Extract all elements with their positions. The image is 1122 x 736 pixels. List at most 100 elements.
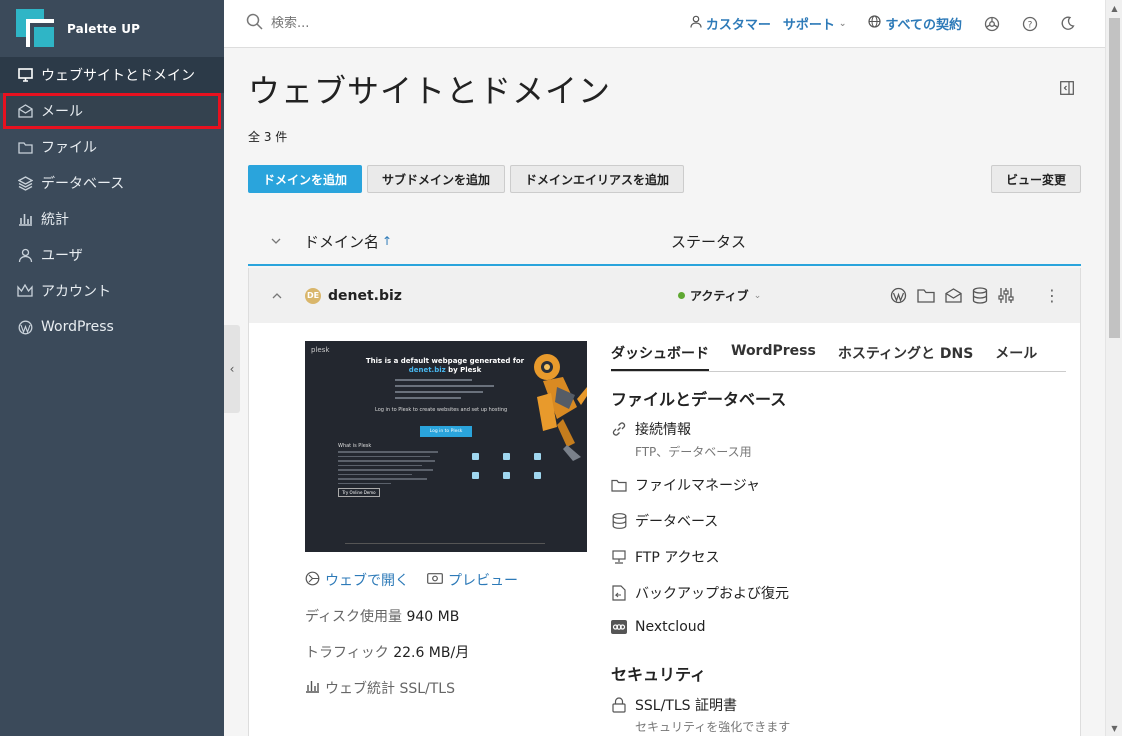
status-badge[interactable]: アクティブ ⌄ [678, 287, 890, 304]
column-status[interactable]: ステータス [671, 231, 746, 252]
extension-icon[interactable] [984, 16, 1000, 32]
more-options-icon[interactable]: ⋮ [1044, 286, 1060, 305]
eye-icon [427, 572, 443, 588]
add-domain-alias-button[interactable]: ドメインエイリアスを追加 [510, 165, 685, 193]
sidebar-collapse-handle[interactable]: ‹ [224, 325, 240, 413]
settings-sliders-icon[interactable] [998, 287, 1014, 304]
sidebar-item-label: アカウント [41, 284, 111, 300]
svg-text:?: ? [1028, 20, 1033, 30]
open-in-web-link[interactable]: ウェブで開く [305, 570, 409, 590]
wordpress-icon [16, 318, 34, 336]
sidebar-item-files[interactable]: ファイル [0, 129, 224, 165]
backup-icon [611, 585, 627, 601]
toolbar: ドメインを追加 サブドメインを追加 ドメインエイリアスを追加 ビュー変更 [248, 165, 1081, 193]
security-heading: セキュリティ [611, 665, 707, 684]
domain-tabs: ダッシュボード WordPress ホスティングと DNS メール [611, 343, 1066, 372]
mail-icon[interactable] [945, 288, 962, 303]
search-input[interactable] [271, 16, 471, 31]
page-scrollbar[interactable]: ▲ ▼ [1105, 0, 1122, 736]
chevron-down-icon: ⌄ [753, 290, 762, 301]
tab-hosting-dns[interactable]: ホスティングと DNS [838, 343, 973, 371]
sidebar: Palette UP ウェブサイトとドメイン メール ファイル データベース 統… [0, 0, 224, 736]
customer-link[interactable]: カスタマー [690, 14, 771, 33]
sidebar-item-account[interactable]: アカウント [0, 273, 224, 309]
support-menu[interactable]: サポート ⌄ [783, 14, 847, 33]
folder-icon [16, 138, 34, 156]
wordpress-icon[interactable] [890, 287, 907, 304]
tab-mail[interactable]: メール [995, 343, 1037, 371]
domain-name[interactable]: denet.biz [328, 288, 678, 304]
user-icon [690, 15, 702, 32]
scroll-down-arrow-icon[interactable]: ▼ [1106, 720, 1122, 736]
connection-info-link[interactable]: 接続情報 [611, 419, 691, 439]
add-domain-button[interactable]: ドメインを追加 [248, 165, 363, 193]
scroll-up-arrow-icon[interactable]: ▲ [1106, 0, 1122, 16]
search-box[interactable] [224, 13, 690, 34]
item-count: 全 3 件 [248, 130, 288, 144]
lock-icon [611, 697, 627, 713]
column-domain-name[interactable]: ドメイン名 ↑ [304, 231, 671, 252]
tab-wordpress[interactable]: WordPress [731, 343, 816, 371]
chevron-down-icon: ⌄ [838, 18, 847, 29]
domain-details-panel: plesk This is a default webpage generate… [248, 323, 1081, 736]
database-icon[interactable] [972, 287, 988, 304]
tab-dashboard[interactable]: ダッシュボード [611, 343, 709, 371]
status-dot [678, 292, 685, 299]
folder-icon [611, 479, 627, 492]
change-view-button[interactable]: ビュー変更 [990, 165, 1081, 193]
table-header: ドメイン名 ↑ ステータス [248, 218, 1081, 266]
domain-badge: DE [305, 287, 321, 304]
ssl-certificates-link[interactable]: SSL/TLS 証明書 [611, 695, 737, 715]
ftp-icon [611, 549, 627, 565]
website-preview-thumbnail[interactable]: plesk This is a default webpage generate… [305, 341, 587, 552]
bar-chart-icon [305, 679, 320, 697]
databases-link[interactable]: データベース [611, 511, 718, 531]
help-icon[interactable]: ? [1022, 16, 1038, 32]
backup-restore-link[interactable]: バックアップおよび復元 [611, 583, 789, 603]
sidebar-item-users[interactable]: ユーザ [0, 237, 224, 273]
sidebar-item-label: メール [41, 104, 83, 120]
sidebar-item-databases[interactable]: データベース [0, 165, 224, 201]
connection-info-subtitle: FTP、データベース用 [635, 445, 752, 459]
file-manager-link[interactable]: ファイルマネージャ [611, 475, 760, 495]
side-panel-toggle-icon[interactable] [1060, 80, 1074, 99]
ftp-access-link[interactable]: FTP アクセス [611, 547, 720, 567]
sort-arrow-up-icon: ↑ [382, 234, 393, 248]
disk-usage: ディスク使用量 940 MB [305, 609, 460, 625]
sidebar-item-mail[interactable]: メール [3, 93, 221, 129]
collapse-chevron-icon[interactable] [249, 292, 305, 299]
ssl-subtitle: セキュリティを強化できます [635, 720, 791, 734]
expand-all-chevron-icon[interactable] [248, 238, 304, 245]
brand[interactable]: Palette UP [0, 0, 224, 57]
user-icon [16, 246, 34, 264]
folder-icon[interactable] [917, 288, 935, 303]
scrollbar-thumb[interactable] [1109, 18, 1120, 338]
sidebar-item-label: データベース [41, 176, 125, 192]
nextcloud-link[interactable]: Nextcloud [611, 619, 706, 635]
crown-icon [16, 282, 34, 300]
main-content: ウェブサイトとドメイン 全 3 件 ドメインを追加 サブドメインを追加 ドメイン… [248, 48, 1082, 736]
brand-logo [16, 8, 56, 49]
all-subscriptions-link[interactable]: すべての契約 [868, 14, 962, 33]
browser-icon [305, 571, 320, 590]
monitor-icon [16, 66, 34, 84]
page-title: ウェブサイトとドメイン [248, 72, 612, 110]
globe-icon [868, 15, 882, 32]
brand-name: Palette UP [67, 21, 141, 36]
mail-icon [16, 102, 34, 120]
add-subdomain-button[interactable]: サブドメインを追加 [367, 165, 506, 193]
files-databases-heading: ファイルとデータベース [611, 390, 787, 409]
dark-mode-icon[interactable] [1060, 16, 1075, 31]
traffic-usage: トラフィック 22.6 MB/月 [305, 645, 470, 661]
database-icon [611, 513, 627, 529]
preview-link[interactable]: プレビュー [427, 570, 518, 590]
sidebar-item-statistics[interactable]: 統計 [0, 201, 224, 237]
link-icon [611, 421, 627, 437]
robot-illustration [534, 354, 587, 461]
web-stats-link[interactable]: ウェブ統計 SSL/TLS [305, 678, 455, 698]
domain-row[interactable]: DE denet.biz アクティブ ⌄ ⋮ [248, 268, 1081, 323]
sidebar-item-websites[interactable]: ウェブサイトとドメイン [0, 57, 224, 93]
sidebar-item-label: WordPress [41, 319, 114, 335]
preview-heading: This is a default webpage generated for … [365, 357, 525, 374]
sidebar-item-wordpress[interactable]: WordPress [0, 309, 224, 345]
